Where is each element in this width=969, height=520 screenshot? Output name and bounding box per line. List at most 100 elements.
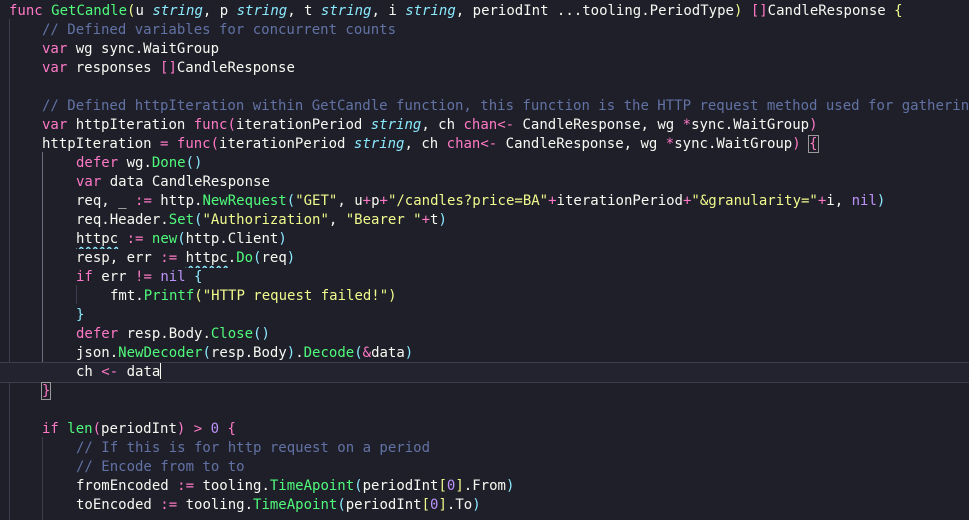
token: NewDecoder [118, 345, 203, 361]
code-line-3[interactable]: var wg sync.WaitGroup [0, 40, 969, 59]
code-line-17[interactable]: } [0, 306, 969, 325]
token: var [76, 174, 102, 190]
code-line-10[interactable]: var data CandleResponse [0, 173, 969, 192]
matched-brace: } [40, 382, 52, 400]
code-line-9[interactable]: defer wg.Done() [0, 154, 969, 173]
token: ) [472, 497, 481, 513]
string: "Bearer " [345, 212, 422, 228]
token: + [421, 212, 431, 228]
token: := [126, 231, 144, 247]
code-line-12[interactable]: req.Header.Set("Authorization", "Bearer … [0, 211, 969, 230]
token: ) [733, 3, 743, 19]
comment: // Defined variables for concurrent coun… [42, 22, 397, 38]
code-line-11[interactable]: req, _ := http.NewRequest("GET", u+p+"/c… [0, 192, 969, 211]
token: defer [76, 155, 119, 171]
token: func [193, 117, 228, 133]
token: + [817, 193, 827, 209]
token: Printf [143, 288, 195, 304]
token: ] [455, 478, 464, 494]
lint-squiggle[interactable]: httpc [76, 231, 118, 247]
code-line-6[interactable]: // Defined httpIteration within GetCandl… [0, 97, 969, 116]
token: string [152, 3, 203, 19]
code-line-18[interactable]: defer resp.Body.Close() [0, 325, 969, 344]
code-line-20-current[interactable]: ch <- data [0, 362, 969, 383]
token: Set [168, 212, 195, 228]
token: <- [480, 136, 498, 152]
token: string [370, 117, 422, 133]
token: ) [404, 345, 414, 361]
token: var [42, 41, 68, 57]
string: "Authorization" [202, 212, 329, 228]
code-line-16[interactable]: fmt.Printf("HTTP request failed!") [0, 287, 969, 306]
token: new [151, 231, 178, 247]
token: nil [160, 269, 186, 285]
code-line-19[interactable]: json.NewDecoder(resp.Body).Decode(&data) [0, 344, 969, 363]
token: len [67, 421, 93, 437]
token: ) [176, 421, 186, 437]
token: ) [505, 478, 515, 494]
token: ( [210, 136, 220, 152]
token: := [177, 478, 195, 494]
token: ( [253, 250, 262, 266]
token: := [160, 497, 178, 513]
token: func [176, 136, 211, 152]
token: TimeApoint [253, 497, 338, 513]
token: <- [497, 117, 515, 133]
token: ] [438, 497, 447, 513]
code-line-23[interactable]: if len(periodInt) > 0 { [0, 420, 969, 439]
token: Done [151, 155, 186, 171]
token: Close [210, 326, 254, 342]
token: ( [92, 421, 102, 437]
token: := [160, 250, 178, 266]
token: string [353, 136, 405, 152]
code-line-21[interactable]: } [0, 382, 969, 401]
string: "/candles?price=BA" [387, 193, 549, 209]
code-line-4[interactable]: var responses []CandleResponse [0, 59, 969, 78]
token: func [9, 3, 43, 19]
code-line-8[interactable]: httpIteration = func(iterationPeriod str… [0, 135, 969, 154]
string: "HTTP request failed!" [202, 288, 389, 304]
token: string [236, 3, 288, 19]
token: + [548, 193, 557, 209]
token: ( [127, 3, 136, 19]
code-line-7[interactable]: var httpIteration func(iterationPeriod s… [0, 116, 969, 135]
code-line-26[interactable]: fromEncoded := tooling.TimeApoint(period… [0, 477, 969, 496]
token: * [665, 136, 675, 152]
token: ( [286, 193, 296, 209]
token: var [42, 117, 68, 133]
token: if [42, 421, 59, 437]
token: { [194, 269, 203, 285]
token: Decode [303, 345, 355, 361]
token: > [193, 421, 203, 437]
token: ) [792, 136, 801, 152]
token: ) [809, 117, 818, 133]
code-line-13[interactable]: httpc := new(http.Client) [0, 230, 969, 249]
code-line-15[interactable]: if err != nil { [0, 268, 969, 287]
token: != [135, 269, 152, 285]
token: TimeApoint [269, 478, 355, 494]
token: := [135, 193, 152, 209]
token: ( [354, 478, 363, 494]
token: chan [463, 117, 498, 133]
token: { [227, 421, 236, 437]
token: [] [750, 3, 768, 19]
code-line-24[interactable]: // If this is for http request on a peri… [0, 439, 969, 458]
token: ( [177, 231, 186, 247]
token: ) [876, 193, 886, 209]
code-line-2[interactable]: // Defined variables for concurrent coun… [0, 21, 969, 40]
token: chan [446, 136, 481, 152]
token: ( [354, 345, 363, 361]
code-line-25[interactable]: // Encode from to to [0, 458, 969, 477]
comment: // Defined httpIteration within GetCandl… [42, 98, 969, 114]
token: ( [194, 288, 203, 304]
token: nil [851, 193, 877, 209]
token: ) [388, 288, 397, 304]
token: ( [202, 345, 211, 361]
text-cursor [160, 363, 162, 379]
code-line-1[interactable]: func GetCandle(u string, p string, t str… [0, 2, 969, 21]
code-editor[interactable]: func GetCandle(u string, p string, t str… [0, 0, 969, 520]
code-line-27[interactable]: toEncoded := tooling.TimeApoint(periodIn… [0, 496, 969, 515]
code-line-14[interactable]: resp, err := httpc.Do(req) [0, 249, 969, 268]
lint-squiggle[interactable]: httpc [186, 250, 228, 266]
token: NewRequest [202, 193, 287, 209]
